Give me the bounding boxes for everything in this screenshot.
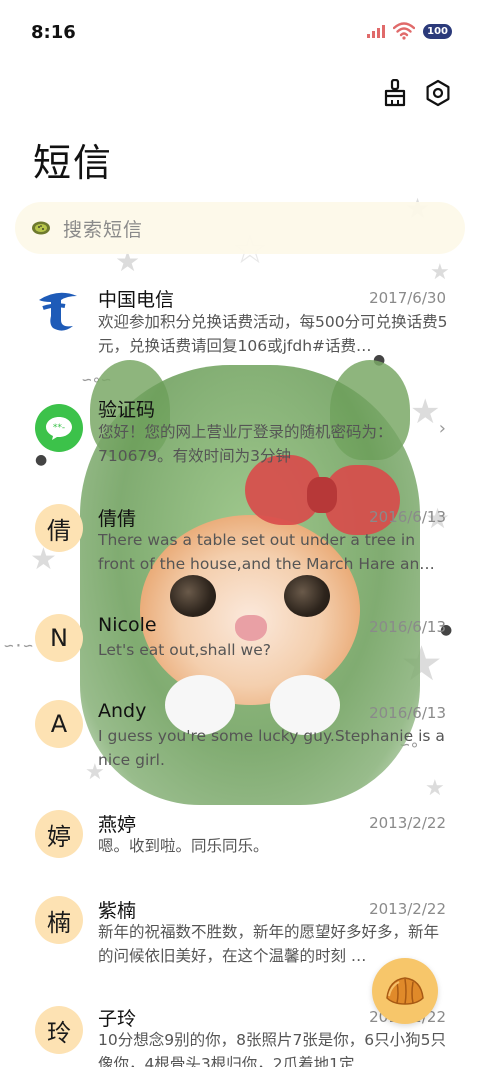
conversation-date: 2013/2/22: [369, 900, 446, 918]
conversation-preview: Let's eat out,shall we?: [98, 641, 271, 659]
conversation-name: Nicole: [98, 614, 157, 636]
conversation-name: 倩倩: [98, 508, 137, 530]
conversation-date: 2016/6/13: [369, 618, 446, 636]
wifi-icon: [393, 22, 416, 40]
message-icon: **-: [35, 404, 83, 452]
avatar: 玲: [35, 1006, 83, 1054]
signal-icon: [367, 24, 386, 38]
conversation-row[interactable]: A Andy 2016/6/13 I guess you're some luc…: [0, 696, 480, 786]
svg-text:**-: **-: [53, 423, 65, 433]
china-telecom-logo-icon: [33, 284, 83, 334]
conversation-row[interactable]: N Nicole 2016/6/13 Let's eat out,shall w…: [0, 610, 480, 680]
conversation-row[interactable]: **- 验证码 您好！您的网上营业厅登录的随机密码为：710679。有效时间为3…: [0, 390, 480, 470]
conversation-row[interactable]: 中国电信 2017/6/30 欢迎参加积分兑换话费活动，每500分可兑换话费5元…: [0, 272, 480, 372]
conversation-date: 2017/6/30: [369, 289, 446, 307]
conversation-preview: 10分想念9别的你，8张照片7张是你，6只小狗5只像你，4根骨头3根归你，2爪着…: [98, 1031, 447, 1067]
search-placeholder: 搜索短信: [63, 218, 144, 241]
chevron-right-icon: ›: [438, 418, 446, 439]
conversation-name: Andy: [98, 700, 147, 722]
conversation-preview: 欢迎参加积分兑换话费活动，每500分可兑换话费5元，兑换话费请回复106或jfd…: [98, 313, 448, 355]
kiwi-icon: [32, 221, 50, 235]
broom-icon[interactable]: [380, 78, 410, 108]
page-title: 短信: [33, 141, 114, 185]
gear-icon[interactable]: [423, 78, 453, 108]
avatar: N: [35, 614, 83, 662]
avatar: 婷: [35, 810, 83, 858]
conversation-name: 紫楠: [98, 900, 137, 922]
conversation-name: 验证码: [98, 399, 156, 421]
conversation-date: 2013/2/22: [369, 814, 446, 832]
conversation-name: 中国电信: [98, 289, 175, 311]
battery-icon: 100: [423, 23, 452, 39]
conversation-preview: 嗯。收到啦。同乐同乐。: [98, 837, 269, 855]
conversation-preview: 您好！您的网上营业厅登录的随机密码为：710679。有效时间为3分钟: [98, 423, 393, 465]
conversation-preview: I guess you're some lucky guy.Stephanie …: [98, 727, 445, 769]
avatar: 楠: [35, 896, 83, 944]
conversation-row[interactable]: 婷 燕婷 2013/2/22 嗯。收到啦。同乐同乐。: [0, 806, 480, 876]
conversation-date: 2016/6/13: [369, 508, 446, 526]
conversation-row[interactable]: 倩 倩倩 2016/6/13 There was a table set out…: [0, 500, 480, 590]
avatar: A: [35, 700, 83, 748]
avatar: 倩: [35, 504, 83, 552]
conversation-date: 2016/6/13: [369, 704, 446, 722]
conversation-preview: There was a table set out under a tree i…: [98, 531, 435, 573]
conversation-name: 燕婷: [98, 814, 137, 836]
search-bar[interactable]: 搜索短信: [15, 202, 465, 254]
conversation-name: 子玲: [98, 1008, 137, 1030]
croissant-icon[interactable]: [372, 958, 438, 1024]
status-time: 8:16: [31, 22, 76, 43]
status-bar: 8:16 100: [0, 0, 480, 68]
